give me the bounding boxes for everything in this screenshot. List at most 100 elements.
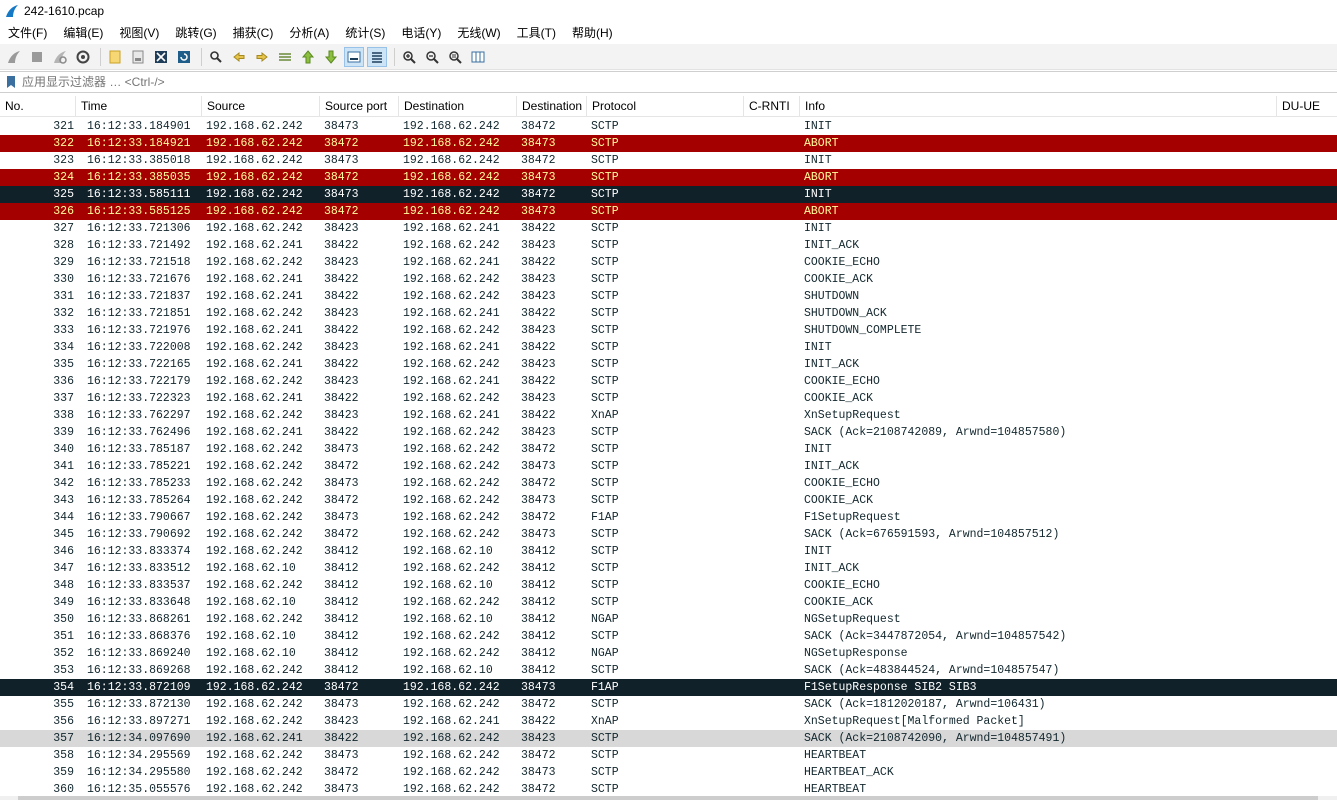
- column-header-destination-port[interactable]: Destination port: [517, 96, 587, 117]
- packet-row[interactable]: 340 16:12:33.785187 192.168.62.242 38473 192…: [0, 441, 1337, 458]
- packet-row[interactable]: 333 16:12:33.721976 192.168.62.241 38422 192…: [0, 322, 1337, 339]
- column-header-destination[interactable]: Destination: [399, 96, 517, 117]
- packet-row[interactable]: 339 16:12:33.762496 192.168.62.241 38422 192…: [0, 424, 1337, 441]
- packet-cell-dst: 192.168.62.10: [403, 579, 493, 592]
- colorize-button[interactable]: [367, 46, 387, 67]
- packet-cell-no: 326: [53, 205, 74, 218]
- close-file-button[interactable]: [151, 47, 171, 67]
- toolbar-separator: [394, 47, 395, 66]
- packet-cell-sport: 38473: [324, 443, 359, 456]
- last-packet-button[interactable]: [321, 47, 341, 67]
- packet-row[interactable]: 359 16:12:34.295580 192.168.62.242 38472 192…: [0, 764, 1337, 781]
- start-capture-button[interactable]: [4, 47, 24, 67]
- go-to-packet-button[interactable]: [275, 47, 295, 67]
- packet-row[interactable]: 328 16:12:33.721492 192.168.62.241 38422 192…: [0, 237, 1337, 254]
- open-file-button[interactable]: [105, 47, 125, 67]
- packet-cell-time: 16:12:33.833512: [87, 562, 191, 575]
- packet-row[interactable]: 343 16:12:33.785264 192.168.62.242 38472 192…: [0, 492, 1337, 509]
- packet-cell-dst: 192.168.62.242: [403, 630, 500, 643]
- packet-row[interactable]: 349 16:12:33.833648 192.168.62.10 38412 192.…: [0, 594, 1337, 611]
- capture-options-button[interactable]: [73, 47, 93, 67]
- packet-row[interactable]: 352 16:12:33.869240 192.168.62.10 38412 192.…: [0, 645, 1337, 662]
- packet-row[interactable]: 325 16:12:33.585111 192.168.62.242 38473 192…: [0, 186, 1337, 203]
- menu-telephony[interactable]: 电话(Y): [393, 22, 449, 44]
- column-header-info[interactable]: Info: [800, 96, 1277, 117]
- packet-row[interactable]: 329 16:12:33.721518 192.168.62.242 38423 192…: [0, 254, 1337, 271]
- packet-row[interactable]: 350 16:12:33.868261 192.168.62.242 38412 192…: [0, 611, 1337, 628]
- packet-row[interactable]: 346 16:12:33.833374 192.168.62.242 38412 192…: [0, 543, 1337, 560]
- packet-row[interactable]: 330 16:12:33.721676 192.168.62.241 38422 192…: [0, 271, 1337, 288]
- packet-row[interactable]: 357 16:12:34.097690 192.168.62.241 38422 192…: [0, 730, 1337, 747]
- menu-analyze[interactable]: 分析(A): [281, 22, 337, 44]
- menu-view[interactable]: 视图(V): [111, 22, 167, 44]
- menu-go[interactable]: 跳转(G): [167, 22, 224, 44]
- column-header-source[interactable]: Source: [202, 96, 320, 117]
- packet-row[interactable]: 342 16:12:33.785233 192.168.62.242 38473 192…: [0, 475, 1337, 492]
- zoom-out-button[interactable]: [422, 47, 442, 67]
- packet-row[interactable]: 345 16:12:33.790692 192.168.62.242 38472 192…: [0, 526, 1337, 543]
- packet-row[interactable]: 360 16:12:35.055576 192.168.62.242 38473 192…: [0, 781, 1337, 796]
- reload-file-button[interactable]: [174, 47, 194, 67]
- zoom-reset-button[interactable]: [445, 47, 465, 67]
- packet-row[interactable]: 356 16:12:33.897271 192.168.62.242 38423 192…: [0, 713, 1337, 730]
- restart-capture-button[interactable]: [50, 47, 70, 67]
- menu-edit[interactable]: 编辑(E): [55, 22, 111, 44]
- column-header-no[interactable]: No.: [0, 96, 76, 117]
- packet-row[interactable]: 347 16:12:33.833512 192.168.62.10 38412 192.…: [0, 560, 1337, 577]
- menu-file[interactable]: 文件(F): [0, 22, 55, 44]
- stop-capture-button[interactable]: [27, 47, 47, 67]
- packet-row[interactable]: 324 16:12:33.385035 192.168.62.242 38472 192…: [0, 169, 1337, 186]
- packet-row[interactable]: 353 16:12:33.869268 192.168.62.242 38412 192…: [0, 662, 1337, 679]
- packet-cell-dport: 38412: [521, 596, 556, 609]
- packet-row[interactable]: 327 16:12:33.721306 192.168.62.242 38423 192…: [0, 220, 1337, 237]
- packet-row[interactable]: 344 16:12:33.790667 192.168.62.242 38473 192…: [0, 509, 1337, 526]
- horizontal-scrollbar[interactable]: [0, 796, 1337, 800]
- packet-row[interactable]: 337 16:12:33.722323 192.168.62.241 38422 192…: [0, 390, 1337, 407]
- column-header-source-port[interactable]: Source port: [320, 96, 399, 117]
- menu-tools[interactable]: 工具(T): [509, 22, 564, 44]
- packet-list[interactable]: 321 16:12:33.184901 192.168.62.242 38473 192…: [0, 118, 1337, 796]
- packet-row[interactable]: 321 16:12:33.184901 192.168.62.242 38473 192…: [0, 118, 1337, 135]
- packet-cell-src: 192.168.62.242: [206, 137, 303, 150]
- packet-row[interactable]: 348 16:12:33.833537 192.168.62.242 38412 192…: [0, 577, 1337, 594]
- packet-cell-sport: 38412: [324, 562, 359, 575]
- packet-row[interactable]: 326 16:12:33.585125 192.168.62.242 38472 192…: [0, 203, 1337, 220]
- packet-cell-time: 16:12:33.721492: [87, 239, 191, 252]
- packet-row[interactable]: 332 16:12:33.721851 192.168.62.242 38423 192…: [0, 305, 1337, 322]
- packet-cell-info: ABORT: [804, 205, 839, 218]
- packet-row[interactable]: 335 16:12:33.722165 192.168.62.241 38422 192…: [0, 356, 1337, 373]
- first-packet-button[interactable]: [298, 47, 318, 67]
- packet-row[interactable]: 338 16:12:33.762297 192.168.62.242 38423 192…: [0, 407, 1337, 424]
- packet-row[interactable]: 336 16:12:33.722179 192.168.62.242 38423 192…: [0, 373, 1337, 390]
- packet-row[interactable]: 323 16:12:33.385018 192.168.62.242 38473 192…: [0, 152, 1337, 169]
- resize-columns-button[interactable]: [468, 47, 488, 67]
- display-filter-input[interactable]: [22, 73, 1337, 91]
- save-file-button[interactable]: [128, 47, 148, 67]
- find-packet-button[interactable]: [206, 47, 226, 67]
- column-header-protocol[interactable]: Protocol: [587, 96, 744, 117]
- column-header-time[interactable]: Time: [76, 96, 202, 117]
- column-header-du-ue[interactable]: DU-UE: [1277, 96, 1337, 117]
- menu-wireless[interactable]: 无线(W): [449, 22, 508, 44]
- packet-row[interactable]: 351 16:12:33.868376 192.168.62.10 38412 192.…: [0, 628, 1337, 645]
- menu-help[interactable]: 帮助(H): [564, 22, 621, 44]
- packet-row[interactable]: 355 16:12:33.872130 192.168.62.242 38473 192…: [0, 696, 1337, 713]
- packet-cell-time: 16:12:34.097690: [87, 732, 191, 745]
- menu-statistics[interactable]: 统计(S): [337, 22, 393, 44]
- packet-row[interactable]: 341 16:12:33.785221 192.168.62.242 38472 192…: [0, 458, 1337, 475]
- go-forward-button[interactable]: [252, 47, 272, 67]
- packet-row[interactable]: 331 16:12:33.721837 192.168.62.241 38422 192…: [0, 288, 1337, 305]
- bookmark-icon[interactable]: [4, 75, 18, 89]
- packet-row[interactable]: 354 16:12:33.872109 192.168.62.242 38472 192…: [0, 679, 1337, 696]
- packet-row[interactable]: 358 16:12:34.295569 192.168.62.242 38473 192…: [0, 747, 1337, 764]
- zoom-in-button[interactable]: [399, 47, 419, 67]
- scrollbar-thumb[interactable]: [18, 796, 1318, 800]
- packet-row[interactable]: 322 16:12:33.184921 192.168.62.242 38472 192…: [0, 135, 1337, 152]
- go-back-button[interactable]: [229, 47, 249, 67]
- autoscroll-button[interactable]: [344, 46, 364, 67]
- column-header-c-rnti[interactable]: C-RNTI: [744, 96, 800, 117]
- packet-cell-sport: 38423: [324, 307, 359, 320]
- packet-row[interactable]: 334 16:12:33.722008 192.168.62.242 38423 192…: [0, 339, 1337, 356]
- menu-capture[interactable]: 捕获(C): [225, 22, 282, 44]
- packet-cell-info: INIT: [804, 443, 832, 456]
